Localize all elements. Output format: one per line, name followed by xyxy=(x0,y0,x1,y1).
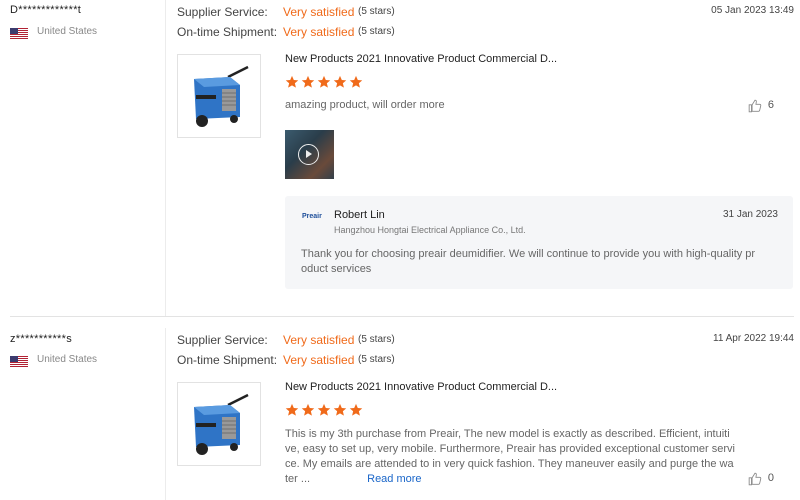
supplier-reply: Preair Robert Lin Hangzhou Hongtai Elect… xyxy=(285,196,793,289)
review-date: 05 Jan 2023 13:49 xyxy=(711,5,794,16)
supplier-service-stars: (5 stars) xyxy=(358,6,395,17)
us-flag-icon xyxy=(10,355,28,367)
buyer-country: United States xyxy=(37,354,98,365)
product-star-rating xyxy=(285,75,363,89)
star-icon xyxy=(285,403,299,416)
read-more-link[interactable]: Read more xyxy=(367,473,421,485)
review-date: 11 Apr 2022 19:44 xyxy=(713,333,794,344)
star-icon xyxy=(317,75,331,88)
star-icon xyxy=(349,75,363,88)
star-icon xyxy=(349,403,363,416)
ontime-shipment-value: Very satisfied xyxy=(283,25,355,39)
column-divider xyxy=(165,0,166,316)
review-item: z***********s United States Supplier Ser… xyxy=(0,328,800,500)
ontime-shipment-stars: (5 stars) xyxy=(358,26,395,37)
supplier-service-label: Supplier Service: xyxy=(177,333,268,347)
us-flag-icon xyxy=(10,27,28,39)
ontime-shipment-value: Very satisfied xyxy=(283,353,355,367)
review-text: amazing product, will order more xyxy=(285,99,445,111)
like-count: 0 xyxy=(767,472,774,484)
reply-date: 31 Jan 2023 xyxy=(722,209,778,220)
reply-company-name: Hangzhou Hongtai Electrical Appliance Co… xyxy=(334,225,526,235)
product-thumbnail[interactable] xyxy=(177,382,261,466)
ontime-shipment-label: On-time Shipment: xyxy=(177,25,278,39)
review-divider xyxy=(10,316,794,317)
star-icon xyxy=(317,403,331,416)
like-count: 6 xyxy=(767,99,774,111)
ontime-shipment-stars: (5 stars) xyxy=(358,354,395,365)
play-icon[interactable] xyxy=(298,144,319,165)
star-icon xyxy=(333,403,347,416)
star-icon xyxy=(333,75,347,88)
buyer-name: D*************t xyxy=(10,4,82,16)
column-divider xyxy=(165,328,166,500)
star-icon xyxy=(301,403,315,416)
ontime-shipment-label: On-time Shipment: xyxy=(177,353,278,367)
star-icon xyxy=(285,75,299,88)
thumbs-up-icon[interactable] xyxy=(748,472,762,486)
buyer-name: z***********s xyxy=(10,333,72,345)
supplier-service-stars: (5 stars) xyxy=(358,334,395,345)
star-icon xyxy=(301,75,315,88)
product-thumbnail[interactable] xyxy=(177,54,261,138)
supplier-service-value: Very satisfied xyxy=(283,333,355,347)
product-title-link[interactable]: New Products 2021 Innovative Product Com… xyxy=(285,53,557,65)
supplier-logo: Preair xyxy=(302,213,322,220)
reply-text: Thank you for choosing preair deumidifie… xyxy=(301,248,756,275)
review-text: This is my 3th purchase from Preair, The… xyxy=(285,427,747,487)
product-star-rating xyxy=(285,403,363,417)
review-text-body: This is my 3th purchase from Preair, The… xyxy=(285,428,735,485)
buyer-country: United States xyxy=(37,26,98,37)
review-video-thumbnail[interactable] xyxy=(285,130,334,179)
review-item: D*************t United States Supplier S… xyxy=(0,0,800,316)
thumbs-up-icon[interactable] xyxy=(748,99,762,113)
supplier-service-value: Very satisfied xyxy=(283,5,355,19)
supplier-service-label: Supplier Service: xyxy=(177,5,268,19)
reply-author-name: Robert Lin xyxy=(334,209,385,221)
product-title-link[interactable]: New Products 2021 Innovative Product Com… xyxy=(285,381,557,393)
